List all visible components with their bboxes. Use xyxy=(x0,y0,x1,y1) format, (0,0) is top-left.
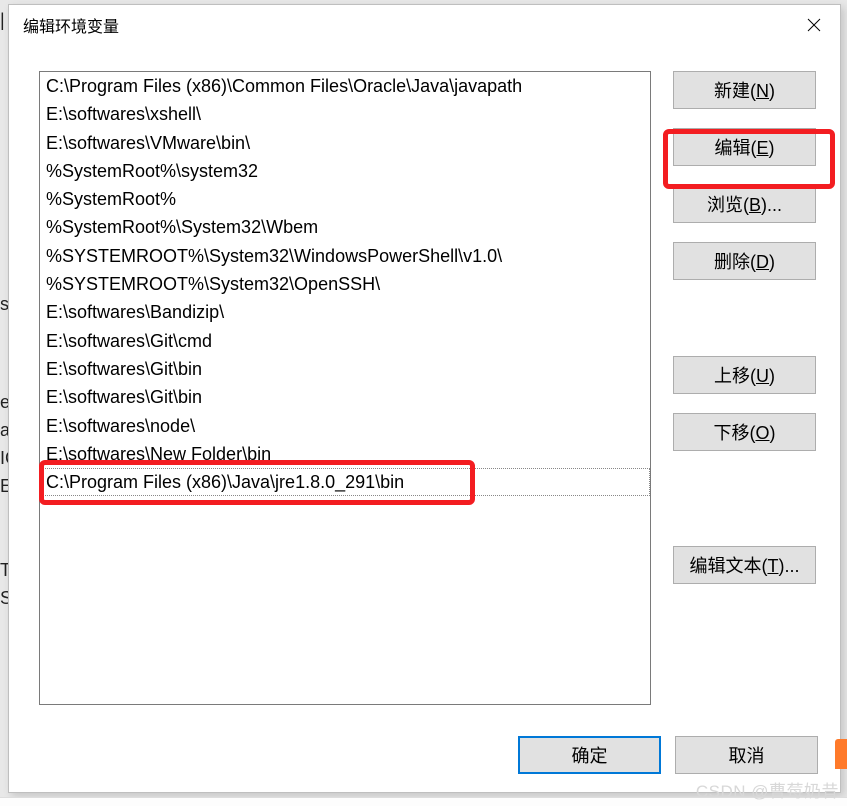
path-list-item[interactable]: C:\Program Files (x86)\Common Files\Orac… xyxy=(40,72,650,100)
path-list-item[interactable]: %SYSTEMROOT%\System32\WindowsPowerShell\… xyxy=(40,242,650,270)
path-list-item[interactable]: %SYSTEMROOT%\System32\OpenSSH\ xyxy=(40,270,650,298)
path-list-item[interactable]: E:\softwares\New Folder\bin xyxy=(40,440,650,468)
path-list-item[interactable]: E:\softwares\Git\bin xyxy=(40,355,650,383)
watermark-text: CSDN @曹莓奶昔 xyxy=(696,777,839,802)
path-list-item[interactable]: E:\softwares\VMware\bin\ xyxy=(40,129,650,157)
browse-button[interactable]: 浏览(B)... xyxy=(673,185,816,223)
path-list-item[interactable]: %SystemRoot%\system32 xyxy=(40,157,650,185)
dialog-title: 编辑环境变量 xyxy=(23,13,119,37)
path-list-item[interactable]: E:\softwares\Bandizip\ xyxy=(40,298,650,326)
close-icon xyxy=(807,18,821,32)
path-list-item[interactable]: E:\softwares\Git\cmd xyxy=(40,327,650,355)
orange-edge-tab xyxy=(835,739,847,769)
button-column: 新建(N) 编辑(E) 浏览(B)... 删除(D) 上移(U) 下移(O) 编… xyxy=(673,71,817,705)
movedown-button[interactable]: 下移(O) xyxy=(673,413,816,451)
edit-env-var-dialog: 编辑环境变量 C:\Program Files (x86)\Common Fil… xyxy=(8,4,841,793)
edit-button[interactable]: 编辑(E) xyxy=(673,128,816,166)
ok-button[interactable]: 确定 xyxy=(518,736,661,774)
moveup-button[interactable]: 上移(U) xyxy=(673,356,816,394)
path-list-item[interactable]: %SystemRoot% xyxy=(40,185,650,213)
path-list-item[interactable]: C:\Program Files (x86)\Java\jre1.8.0_291… xyxy=(40,468,650,496)
titlebar: 编辑环境变量 xyxy=(9,5,840,45)
path-list-item[interactable]: %SystemRoot%\System32\Wbem xyxy=(40,213,650,241)
new-button[interactable]: 新建(N) xyxy=(673,71,816,109)
path-list-item[interactable]: E:\softwares\node\ xyxy=(40,412,650,440)
edittext-button[interactable]: 编辑文本(T)... xyxy=(673,546,816,584)
cancel-button[interactable]: 取消 xyxy=(675,736,818,774)
close-button[interactable] xyxy=(800,11,828,39)
path-list-item[interactable]: E:\softwares\Git\bin xyxy=(40,383,650,411)
path-listbox[interactable]: C:\Program Files (x86)\Common Files\Orac… xyxy=(39,71,651,705)
delete-button[interactable]: 删除(D) xyxy=(673,242,816,280)
path-list-item[interactable]: E:\softwares\xshell\ xyxy=(40,100,650,128)
